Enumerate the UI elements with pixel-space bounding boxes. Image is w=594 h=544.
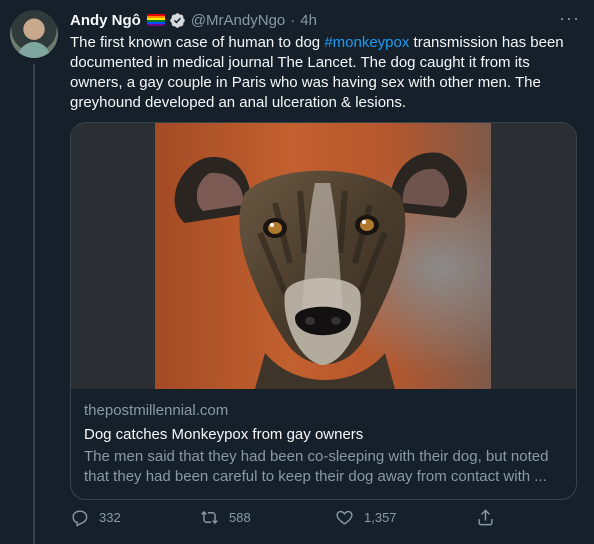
tweet-text: The first known case of human to dog #mo… xyxy=(70,33,575,113)
separator-dot: · xyxy=(290,11,296,29)
author-handle[interactable]: @MrAndyNgo xyxy=(191,12,285,29)
card-media[interactable] xyxy=(71,123,576,389)
verified-badge-icon xyxy=(169,12,186,29)
rainbow-flag-icon xyxy=(146,14,165,26)
timestamp[interactable]: 4h xyxy=(300,12,317,29)
card-domain: thepostmillennial.com xyxy=(84,402,229,419)
heart-icon xyxy=(336,510,353,525)
reply-icon xyxy=(72,510,88,527)
more-options-icon[interactable]: ··· xyxy=(559,8,580,29)
link-card[interactable]: thepostmillennial.com Dog catches Monkey… xyxy=(70,122,577,500)
hashtag-link[interactable]: #monkeypox xyxy=(324,34,409,51)
retweet-count: 588 xyxy=(229,510,251,525)
tweet-text-part: The first known case of human to dog xyxy=(70,34,325,51)
avatar-shirt xyxy=(18,42,50,58)
avatar[interactable] xyxy=(10,10,58,58)
author-name[interactable]: Andy Ngô xyxy=(70,12,141,29)
retweet-button[interactable]: 588 xyxy=(200,508,251,527)
like-count: 1,357 xyxy=(364,510,397,525)
reply-button[interactable]: 332 xyxy=(70,508,121,527)
greyhound-illustration xyxy=(155,123,491,389)
greyhound-photo xyxy=(155,123,491,389)
card-description: The men said that they had been co-sleep… xyxy=(84,448,549,485)
thread-line xyxy=(33,64,35,544)
share-icon xyxy=(478,509,493,526)
tweet-actions: 332 588 1,357 xyxy=(70,508,510,532)
like-button[interactable]: 1,357 xyxy=(335,508,397,527)
card-title[interactable]: Dog catches Monkeypox from gay owners xyxy=(84,426,363,443)
tweet-header: Andy Ngô @MrAndyNgo · 4h xyxy=(70,10,317,30)
share-button[interactable] xyxy=(476,508,505,527)
reply-count: 332 xyxy=(99,510,121,525)
retweet-icon xyxy=(201,510,218,525)
